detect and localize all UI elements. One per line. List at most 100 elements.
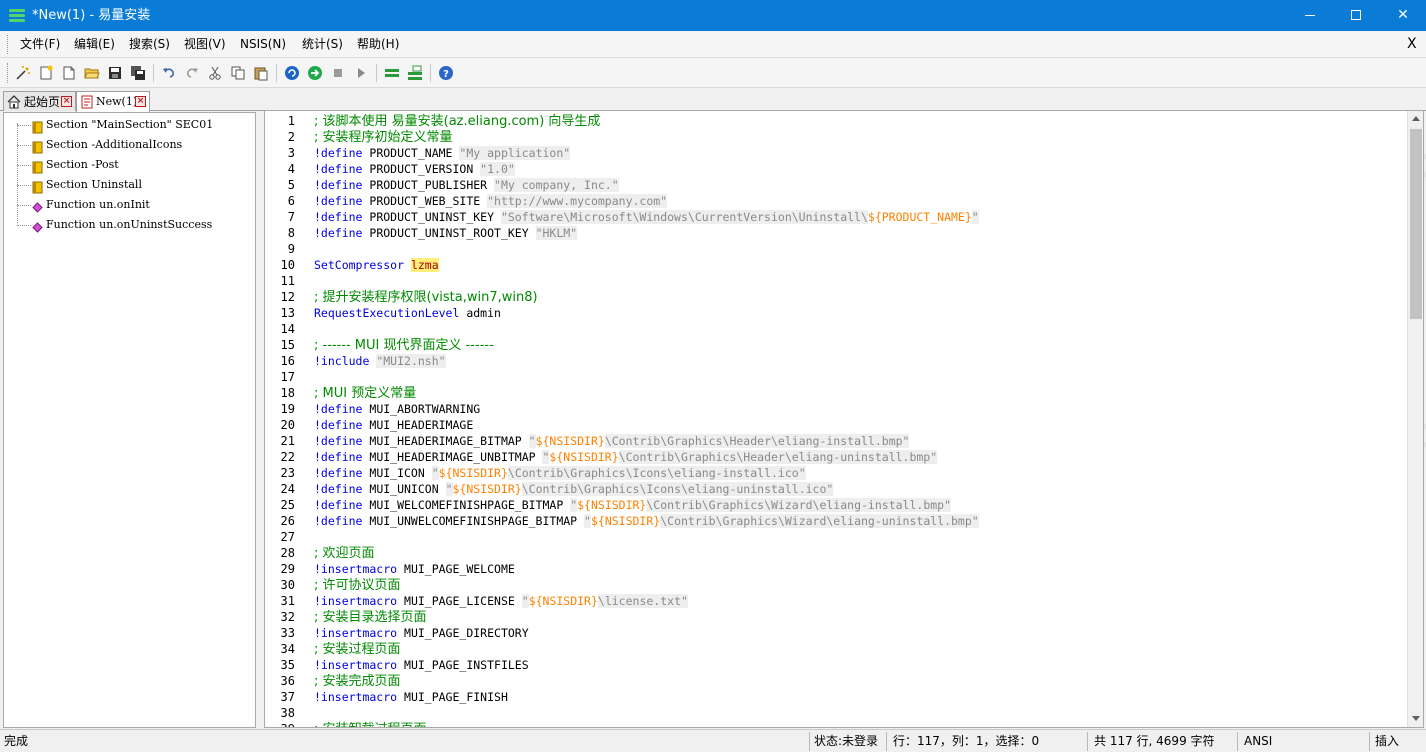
cut-icon[interactable] — [207, 65, 223, 81]
code-line[interactable]: 11 — [265, 273, 1405, 289]
code-lines[interactable]: 1 ; 该脚本使用 易量安装(az.eliang.com) 向导生成 2 ; 安装程序… — [265, 111, 1405, 727]
code-line[interactable]: 13 RequestExecutionLevel admin — [265, 305, 1405, 321]
code-line[interactable]: 38 — [265, 705, 1405, 721]
paste-icon[interactable] — [253, 65, 269, 81]
code-line[interactable]: 1 ; 该脚本使用 易量安装(az.eliang.com) 向导生成 — [265, 113, 1405, 129]
tree-item[interactable]: Section -Post — [4, 156, 254, 174]
code-line[interactable]: 31 !insertmacro MUI_PAGE_LICENSE "${NSISD… — [265, 593, 1405, 609]
code-line[interactable]: 2 ; 安装程序初始定义常量 — [265, 129, 1405, 145]
wizard-icon[interactable] — [15, 65, 31, 81]
tab-close-icon[interactable]: × — [61, 96, 72, 107]
menu-stats[interactable]: 统计(S) — [302, 37, 343, 52]
code-line[interactable]: 26 !define MUI_UNWELCOMEFINISHPAGE_BITMAP… — [265, 513, 1405, 529]
code-line[interactable]: 28 ; 欢迎页面 — [265, 545, 1405, 561]
code-line[interactable]: 24 !define MUI_UNICON "${NSISDIR}\Contrib… — [265, 481, 1405, 497]
scroll-thumb[interactable] — [1410, 129, 1422, 319]
code-line[interactable]: 12 ; 提升安装程序权限(vista,win7,win8) — [265, 289, 1405, 305]
code-line[interactable]: 18 ; MUI 预定义常量 — [265, 385, 1405, 401]
code-line[interactable]: 35 !insertmacro MUI_PAGE_INSTFILES — [265, 657, 1405, 673]
code-line[interactable]: 17 — [265, 369, 1405, 385]
code-line[interactable]: 32 ; 安装目录选择页面 — [265, 609, 1405, 625]
compile-run-icon[interactable] — [307, 65, 323, 81]
line-source: ; 安装过程页面 — [314, 641, 401, 658]
tree-item[interactable]: Function un.onInit — [4, 196, 254, 214]
undo-icon[interactable] — [161, 65, 177, 81]
code-comment: ; 该脚本使用 易量安装(az.eliang.com) 向导生成 — [314, 114, 601, 129]
code-line[interactable]: 15 ; ------ MUI 现代界面定义 ------ — [265, 337, 1405, 353]
close-window-button[interactable]: ✕ — [1380, 0, 1426, 31]
code-line[interactable]: 29 !insertmacro MUI_PAGE_WELCOME — [265, 561, 1405, 577]
code-comment: ; 欢迎页面 — [314, 546, 375, 561]
section-icon[interactable] — [384, 65, 400, 81]
login-status[interactable]: 状态:未登录 — [814, 734, 878, 749]
home-icon — [7, 94, 21, 109]
toolbar-grip[interactable] — [7, 63, 10, 83]
panel-splitter[interactable] — [256, 112, 264, 728]
new-template-icon[interactable] — [38, 65, 54, 81]
tree-item[interactable]: Section "MainSection" SEC01 — [4, 116, 254, 134]
compile-icon[interactable] — [284, 65, 300, 81]
help-icon[interactable]: ? — [438, 65, 454, 81]
code-line[interactable]: 27 — [265, 529, 1405, 545]
menu-file[interactable]: 文件(F) — [20, 37, 60, 52]
copy-icon[interactable] — [230, 65, 246, 81]
tree-connector — [17, 125, 31, 126]
save-all-icon[interactable] — [130, 65, 146, 81]
menu-edit[interactable]: 编辑(E) — [74, 37, 115, 52]
tree-item[interactable]: Function un.onUninstSuccess — [4, 216, 254, 234]
code-line[interactable]: 30 ; 许可协议页面 — [265, 577, 1405, 593]
tab-close-icon[interactable]: × — [135, 96, 146, 107]
code-line[interactable]: 14 — [265, 321, 1405, 337]
code-line[interactable]: 33 !insertmacro MUI_PAGE_DIRECTORY — [265, 625, 1405, 641]
line-number: 33 — [280, 626, 295, 640]
minimize-button[interactable] — [1287, 0, 1333, 31]
close-document-button[interactable]: X — [1407, 35, 1417, 53]
menu-nsis[interactable]: NSIS(N) — [240, 37, 286, 52]
code-comment: ; 提升安装程序权限(vista,win7,win8) — [314, 290, 538, 305]
scroll-down-icon[interactable] — [1412, 716, 1420, 721]
run-icon[interactable] — [353, 65, 369, 81]
code-line[interactable]: 10 SetCompressor lzma — [265, 257, 1405, 273]
section-add-icon[interactable] — [407, 65, 423, 81]
code-line[interactable]: 36 ; 安装完成页面 — [265, 673, 1405, 689]
code-line[interactable]: 23 !define MUI_ICON "${NSISDIR}\Contrib\G… — [265, 465, 1405, 481]
code-line[interactable]: 25 !define MUI_WELCOMEFINISHPAGE_BITMAP "… — [265, 497, 1405, 513]
line-source: !insertmacro MUI_PAGE_INSTFILES — [314, 657, 529, 673]
code-line[interactable]: 16 !include "MUI2.nsh" — [265, 353, 1405, 369]
save-icon[interactable] — [107, 65, 123, 81]
code-line[interactable]: 21 !define MUI_HEADERIMAGE_BITMAP "${NSIS… — [265, 433, 1405, 449]
stop-icon[interactable] — [330, 65, 346, 81]
code-line[interactable]: 20 !define MUI_HEADERIMAGE — [265, 417, 1405, 433]
line-source: !insertmacro MUI_PAGE_WELCOME — [314, 561, 515, 577]
code-line[interactable]: 9 — [265, 241, 1405, 257]
vertical-scrollbar[interactable] — [1407, 111, 1423, 727]
redo-icon[interactable] — [184, 65, 200, 81]
code-line[interactable]: 37 !insertmacro MUI_PAGE_FINISH — [265, 689, 1405, 705]
menu-help[interactable]: 帮助(H) — [357, 37, 399, 52]
maximize-button[interactable] — [1333, 0, 1379, 31]
open-folder-icon[interactable] — [84, 65, 100, 81]
menu-search[interactable]: 搜索(S) — [129, 37, 170, 52]
code-line[interactable]: 34 ; 安装过程页面 — [265, 641, 1405, 657]
code-line[interactable]: 19 !define MUI_ABORTWARNING — [265, 401, 1405, 417]
tab-new1[interactable]: New(1) × — [76, 91, 150, 112]
line-number: 7 — [287, 210, 295, 224]
title-bar[interactable]: *New(1) - 易量安装 ✕ — [0, 0, 1426, 31]
code-line[interactable]: 8 !define PRODUCT_UNINST_ROOT_KEY "HKLM" — [265, 225, 1405, 241]
code-editor[interactable]: 1 ; 该脚本使用 易量安装(az.eliang.com) 向导生成 2 ; 安装程序… — [264, 110, 1424, 728]
scroll-up-icon[interactable] — [1412, 116, 1420, 121]
code-line[interactable]: 6 !define PRODUCT_WEB_SITE "http://www.my… — [265, 193, 1405, 209]
menu-grip[interactable] — [7, 35, 10, 54]
tree-item[interactable]: Section Uninstall — [4, 176, 254, 194]
code-line[interactable]: 4 !define PRODUCT_VERSION "1.0" — [265, 161, 1405, 177]
menu-lines-icon[interactable] — [9, 9, 25, 22]
code-line[interactable]: 22 !define MUI_HEADERIMAGE_UNBITMAP "${NS… — [265, 449, 1405, 465]
new-file-icon[interactable] — [61, 65, 77, 81]
tree-item[interactable]: Section -AdditionalIcons — [4, 136, 254, 154]
code-line[interactable]: 3 !define PRODUCT_NAME "My application" — [265, 145, 1405, 161]
tab-start-page[interactable]: 起始页 × — [3, 91, 76, 111]
code-line[interactable]: 39 ; 安装卸载过程页面 — [265, 721, 1405, 727]
code-line[interactable]: 5 !define PRODUCT_PUBLISHER "My company, … — [265, 177, 1405, 193]
code-line[interactable]: 7 !define PRODUCT_UNINST_KEY "Software\Mi… — [265, 209, 1405, 225]
menu-view[interactable]: 视图(V) — [184, 37, 226, 52]
